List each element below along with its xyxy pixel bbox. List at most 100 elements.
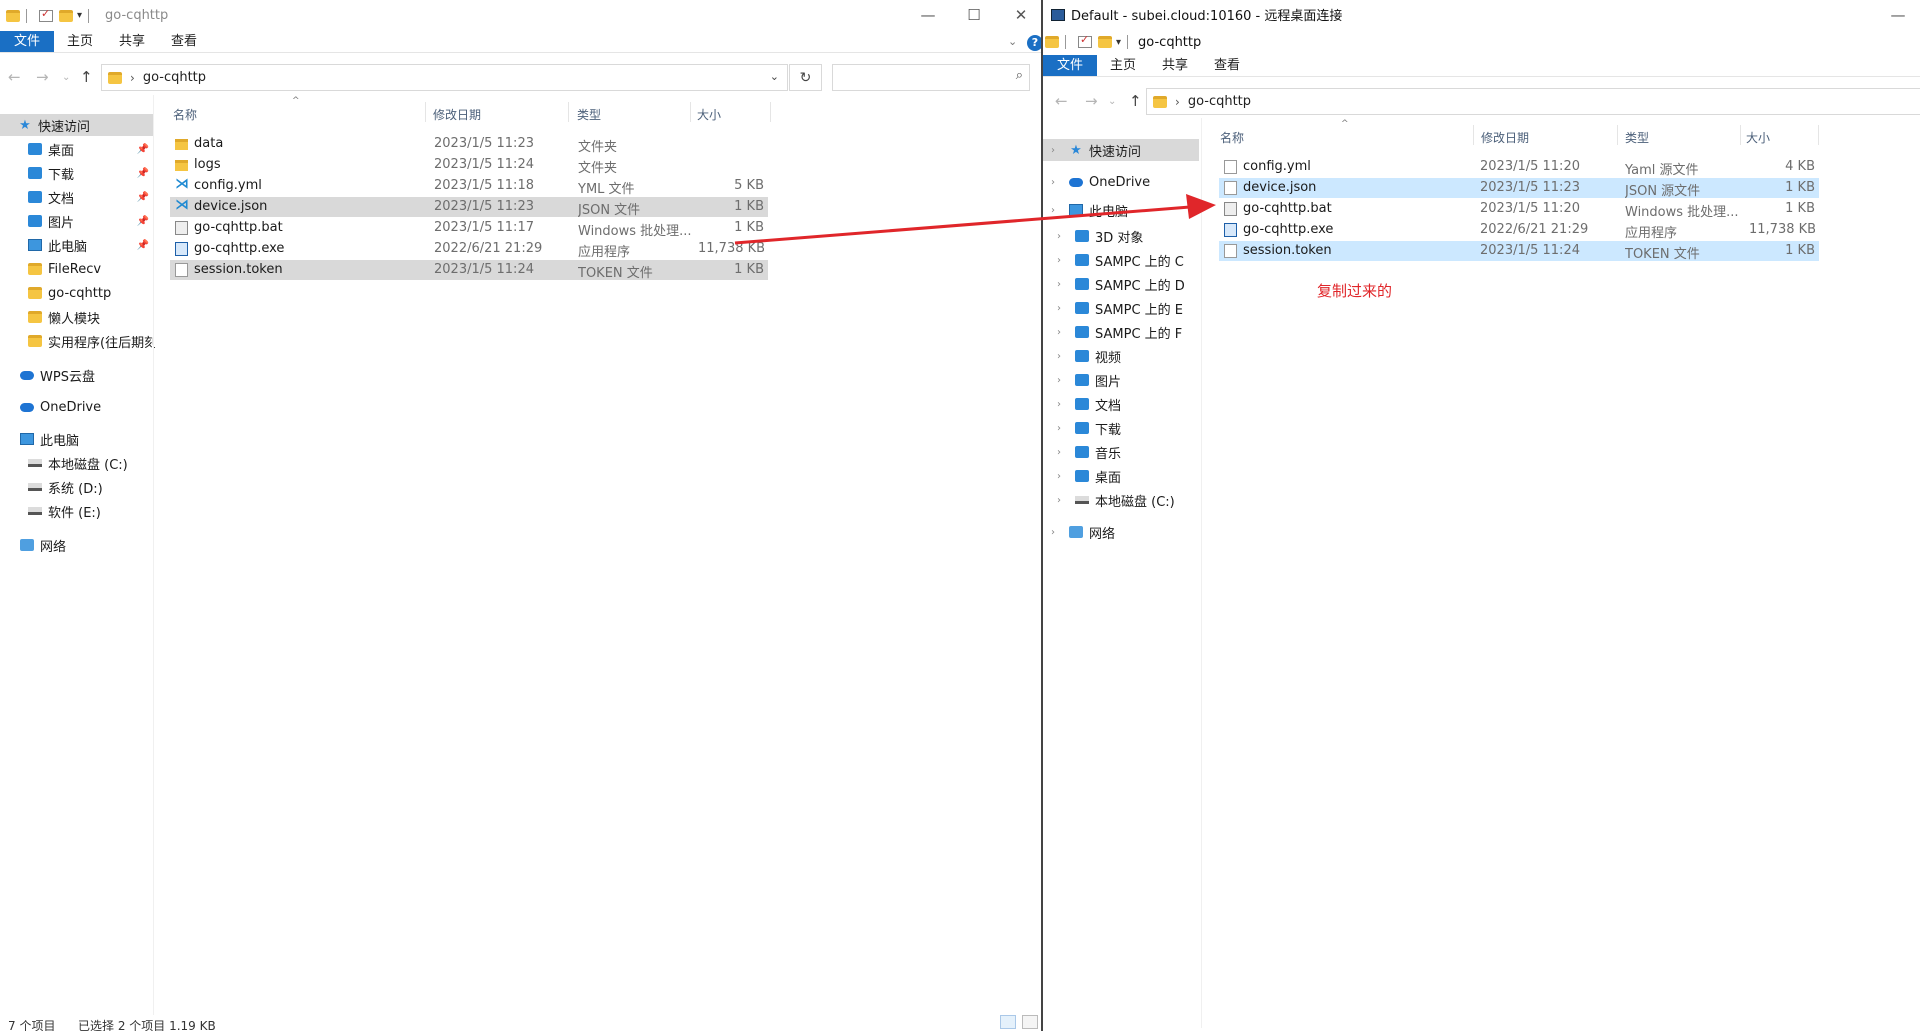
details-view-icon[interactable] xyxy=(1000,1015,1016,1029)
expand-chevron-icon[interactable]: › xyxy=(1057,375,1061,386)
maximize-button[interactable]: ☐ xyxy=(951,0,997,31)
new-folder-icon[interactable] xyxy=(1098,36,1112,48)
nav-item[interactable]: › ★ 快速访问 xyxy=(1043,139,1199,161)
nav-item[interactable]: › 网络 xyxy=(1043,521,1199,543)
address-bar[interactable]: › go-cqhttp ⌄ xyxy=(101,64,788,91)
expand-chevron-icon[interactable]: › xyxy=(1057,255,1061,266)
expand-chevron-icon[interactable]: › xyxy=(1057,231,1061,242)
column-name[interactable]: 名称 xyxy=(173,106,197,123)
column-date[interactable]: 修改日期 xyxy=(1481,129,1529,146)
nav-item[interactable]: 桌面 📌 xyxy=(0,138,153,160)
expand-chevron-icon[interactable]: › xyxy=(1057,423,1061,434)
nav-item[interactable]: › SAMPC 上的 F xyxy=(1043,321,1199,343)
file-row[interactable]: session.token 2023/1/5 11:24 TOKEN 文件 1 KB xyxy=(1219,241,1819,262)
minimize-button[interactable]: — xyxy=(1875,0,1920,31)
file-row[interactable]: go-cqhttp.bat 2023/1/5 11:17 Windows 批处理..… xyxy=(170,218,768,239)
nav-item[interactable]: go-cqhttp xyxy=(0,282,153,304)
quick-access-dropdown-icon[interactable]: ▾ xyxy=(77,10,82,21)
nav-item[interactable]: › 3D 对象 xyxy=(1043,225,1199,247)
address-dropdown-icon[interactable]: ⌄ xyxy=(770,70,779,83)
nav-item[interactable]: › 此电脑 xyxy=(1043,199,1199,221)
up-arrow-icon[interactable]: ↑ xyxy=(1129,92,1142,110)
nav-item[interactable]: OneDrive xyxy=(0,396,153,418)
expand-chevron-icon[interactable]: › xyxy=(1057,495,1061,506)
file-row[interactable]: logs 2023/1/5 11:24 文件夹 xyxy=(170,155,768,176)
properties-icon[interactable] xyxy=(39,7,53,22)
expand-chevron-icon[interactable]: › xyxy=(1057,279,1061,290)
nav-item[interactable]: › SAMPC 上的 D xyxy=(1043,273,1199,295)
forward-arrow-icon[interactable]: → xyxy=(1085,92,1098,110)
recent-dropdown-icon[interactable]: ⌄ xyxy=(62,72,70,83)
file-row[interactable]: go-cqhttp.bat 2023/1/5 11:20 Windows 批处理..… xyxy=(1219,199,1819,220)
tab-view[interactable]: 查看 xyxy=(1201,55,1253,76)
file-row[interactable]: ⋊ config.yml 2023/1/5 11:18 YML 文件 5 KB xyxy=(170,176,768,197)
quick-access-dropdown-icon[interactable]: ▾ xyxy=(1116,37,1121,48)
nav-item[interactable]: › 视频 xyxy=(1043,345,1199,367)
forward-arrow-icon[interactable]: → xyxy=(36,68,49,86)
column-size[interactable]: 大小 xyxy=(697,106,721,123)
column-date[interactable]: 修改日期 xyxy=(433,106,481,123)
nav-item[interactable]: 实用程序(往后期刻录) xyxy=(0,330,155,352)
nav-item[interactable]: › OneDrive xyxy=(1043,171,1199,193)
nav-item[interactable]: 懒人模块 xyxy=(0,306,153,328)
file-row[interactable]: device.json 2023/1/5 11:23 JSON 源文件 1 KB xyxy=(1219,178,1819,199)
nav-item[interactable]: 系统 (D:) xyxy=(0,476,153,498)
nav-item[interactable]: › 文档 xyxy=(1043,393,1199,415)
refresh-button[interactable]: ↻ xyxy=(789,64,822,91)
file-row[interactable]: ⋊ device.json 2023/1/5 11:23 JSON 文件 1 KB xyxy=(170,197,768,218)
tab-file[interactable]: 文件 xyxy=(1043,55,1098,76)
expand-chevron-icon[interactable]: › xyxy=(1057,351,1061,362)
breadcrumb-go-cqhttp[interactable]: go-cqhttp xyxy=(1188,94,1251,109)
column-size[interactable]: 大小 xyxy=(1746,129,1770,146)
properties-icon[interactable] xyxy=(1078,33,1092,48)
nav-item[interactable]: › 桌面 xyxy=(1043,465,1199,487)
file-row[interactable]: go-cqhttp.exe 2022/6/21 21:29 应用程序 11,738 K… xyxy=(170,239,768,260)
file-row[interactable]: data 2023/1/5 11:23 文件夹 xyxy=(170,134,768,155)
new-folder-icon[interactable] xyxy=(59,9,73,22)
nav-item[interactable]: 下载 📌 xyxy=(0,162,153,184)
nav-item[interactable]: 软件 (E:) xyxy=(0,500,153,522)
search-input[interactable]: ⌕ xyxy=(832,64,1030,91)
nav-item[interactable]: 此电脑 xyxy=(0,428,153,450)
column-type[interactable]: 类型 xyxy=(577,106,601,123)
nav-item[interactable]: › 本地磁盘 (C:) xyxy=(1043,489,1199,511)
nav-item[interactable]: › SAMPC 上的 C xyxy=(1043,249,1199,271)
minimize-button[interactable]: — xyxy=(905,0,951,31)
column-name[interactable]: 名称 xyxy=(1220,129,1244,146)
back-arrow-icon[interactable]: ← xyxy=(1055,92,1068,110)
expand-chevron-icon[interactable]: › xyxy=(1051,205,1055,216)
nav-item[interactable]: WPS云盘 xyxy=(0,364,153,386)
tab-home[interactable]: 主页 xyxy=(1097,55,1149,76)
nav-item[interactable]: ★ 快速访问 xyxy=(0,114,153,136)
expand-chevron-icon[interactable]: › xyxy=(1057,447,1061,458)
nav-item[interactable]: 文档 📌 xyxy=(0,186,153,208)
tab-share[interactable]: 共享 xyxy=(1149,55,1201,76)
recent-dropdown-icon[interactable]: ⌄ xyxy=(1108,96,1116,107)
file-row[interactable]: config.yml 2023/1/5 11:20 Yaml 源文件 4 KB xyxy=(1219,157,1819,178)
expand-chevron-icon[interactable]: › xyxy=(1051,527,1055,538)
nav-item[interactable]: 图片 📌 xyxy=(0,210,153,232)
expand-chevron-icon[interactable]: › xyxy=(1057,399,1061,410)
nav-item[interactable]: › 音乐 xyxy=(1043,441,1199,463)
expand-chevron-icon[interactable]: › xyxy=(1051,177,1055,188)
tab-home[interactable]: 主页 xyxy=(54,31,106,52)
nav-item[interactable]: › 下载 xyxy=(1043,417,1199,439)
expand-chevron-icon[interactable]: › xyxy=(1057,327,1061,338)
file-row[interactable]: go-cqhttp.exe 2022/6/21 21:29 应用程序 11,738 K… xyxy=(1219,220,1819,241)
tab-file[interactable]: 文件 xyxy=(0,31,55,52)
expand-chevron-icon[interactable]: › xyxy=(1057,471,1061,482)
expand-chevron-icon[interactable]: › xyxy=(1057,303,1061,314)
ribbon-expand-icon[interactable]: ⌄ xyxy=(1008,35,1017,48)
column-type[interactable]: 类型 xyxy=(1625,129,1649,146)
large-icons-view-icon[interactable] xyxy=(1022,1015,1038,1029)
expand-chevron-icon[interactable]: › xyxy=(1051,145,1055,156)
close-button[interactable]: ✕ xyxy=(998,0,1041,31)
nav-item[interactable]: › SAMPC 上的 E xyxy=(1043,297,1199,319)
up-arrow-icon[interactable]: ↑ xyxy=(80,68,93,86)
address-bar[interactable]: › go-cqhttp xyxy=(1146,88,1920,115)
nav-item[interactable]: › 图片 xyxy=(1043,369,1199,391)
tab-view[interactable]: 查看 xyxy=(158,31,210,52)
nav-item[interactable]: 本地磁盘 (C:) xyxy=(0,452,153,474)
nav-item[interactable]: 此电脑 📌 xyxy=(0,234,153,256)
back-arrow-icon[interactable]: ← xyxy=(8,68,21,86)
